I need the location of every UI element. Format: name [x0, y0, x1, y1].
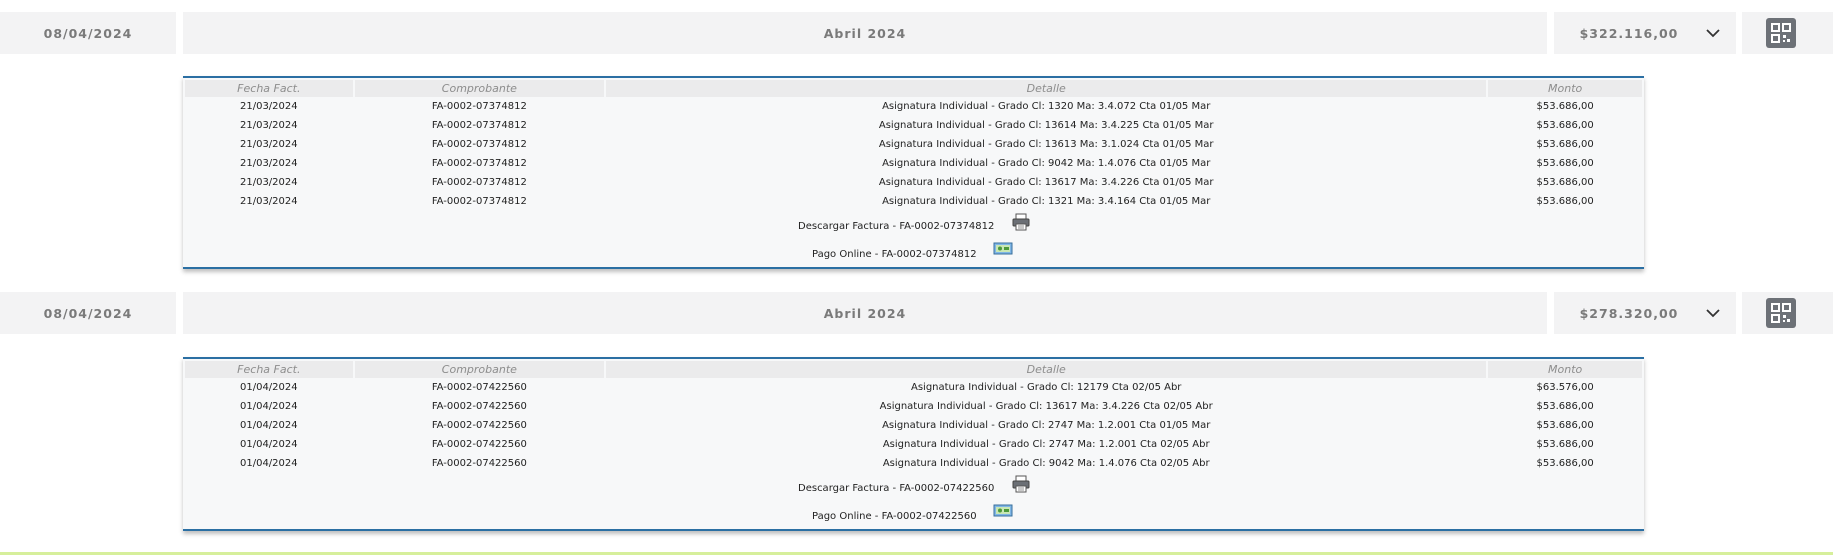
- cell-fecha: 21/03/2024: [239, 101, 298, 112]
- table-header-row: Fecha Fact. Comprobante Detalle Monto: [185, 361, 1642, 378]
- cell-comprobante: FA-0002-07422560: [431, 458, 527, 469]
- download-invoice-row: Descargar Factura - FA-0002-07422560: [183, 473, 1644, 501]
- cell-detalle: Asignatura Individual - Grado Cl: 12179 …: [910, 382, 1182, 393]
- table-row: 21/03/2024 FA-0002-07374812 Asignatura I…: [185, 116, 1642, 135]
- cell-comprobante: FA-0002-07374812: [431, 177, 527, 188]
- table-row: 01/04/2024 FA-0002-07422560 Asignatura I…: [185, 435, 1642, 454]
- column-header-comprobante: Comprobante: [354, 361, 605, 378]
- cell-comprobante: FA-0002-07374812: [431, 139, 527, 150]
- cell-monto: $53.686,00: [1536, 420, 1594, 431]
- invoice-detail-table: Fecha Fact. Comprobante Detalle Monto 21…: [183, 80, 1644, 211]
- table-row: 21/03/2024 FA-0002-07374812 Asignatura I…: [185, 135, 1642, 154]
- table-row: 21/03/2024 FA-0002-07374812 Asignatura I…: [185, 154, 1642, 173]
- invoice-header: 08/04/2024 Abril 2024 $278.320,00: [0, 292, 1833, 334]
- cell-monto: $53.686,00: [1536, 439, 1594, 450]
- invoice-detail-panel: Fecha Fact. Comprobante Detalle Monto 01…: [183, 357, 1644, 531]
- cell-fecha: 01/04/2024: [239, 420, 298, 431]
- chevron-down-icon[interactable]: [1704, 304, 1722, 322]
- cell-detalle: Asignatura Individual - Grado Cl: 13617 …: [879, 401, 1213, 412]
- cell-fecha: 21/03/2024: [239, 139, 298, 150]
- table-row: 01/04/2024 FA-0002-07422560 Asignatura I…: [185, 454, 1642, 473]
- invoice-detail-panel: Fecha Fact. Comprobante Detalle Monto 21…: [183, 76, 1644, 269]
- chevron-down-icon[interactable]: [1704, 24, 1722, 42]
- column-header-monto: Monto: [1488, 80, 1642, 97]
- qr-button[interactable]: [1766, 18, 1796, 48]
- invoice-detail-table: Fecha Fact. Comprobante Detalle Monto 01…: [183, 361, 1644, 473]
- online-payment-row: Pago Online - FA-0002-07422560: [183, 501, 1644, 529]
- cell-monto: $63.576,00: [1536, 382, 1594, 393]
- table-row: 01/04/2024 FA-0002-07422560 Asignatura I…: [185, 416, 1642, 435]
- cell-monto: $53.686,00: [1536, 401, 1594, 412]
- invoice-date: 08/04/2024: [0, 292, 176, 334]
- invoice-date: 08/04/2024: [0, 12, 176, 54]
- cell-comprobante: FA-0002-07422560: [431, 439, 527, 450]
- cell-comprobante: FA-0002-07374812: [431, 196, 527, 207]
- qr-cell: [1742, 292, 1833, 334]
- cell-monto: $53.686,00: [1536, 158, 1594, 169]
- qr-button[interactable]: [1766, 298, 1796, 328]
- cell-monto: $53.686,00: [1536, 101, 1594, 112]
- qr-code-icon: [1771, 303, 1791, 323]
- cell-fecha: 21/03/2024: [239, 177, 298, 188]
- cell-comprobante: FA-0002-07374812: [431, 158, 527, 169]
- invoice-amount-box: $278.320,00: [1554, 292, 1736, 334]
- cell-comprobante: FA-0002-07374812: [431, 101, 527, 112]
- cell-detalle: Asignatura Individual - Grado Cl: 13617 …: [878, 177, 1214, 188]
- download-invoice-link[interactable]: Descargar Factura - FA-0002-07422560: [798, 483, 994, 494]
- cell-comprobante: FA-0002-07422560: [431, 382, 527, 393]
- column-header-comprobante: Comprobante: [354, 80, 605, 97]
- cell-fecha: 01/04/2024: [239, 458, 298, 469]
- printer-icon[interactable]: [1012, 213, 1030, 231]
- table-row: 21/03/2024 FA-0002-07374812 Asignatura I…: [185, 192, 1642, 211]
- column-header-fecha: Fecha Fact.: [185, 80, 353, 97]
- cell-detalle: Asignatura Individual - Grado Cl: 2747 M…: [882, 439, 1210, 450]
- cell-comprobante: FA-0002-07374812: [431, 120, 527, 131]
- cell-detalle: Asignatura Individual - Grado Cl: 13613 …: [878, 139, 1214, 150]
- cell-detalle: Asignatura Individual - Grado Cl: 13614 …: [878, 120, 1214, 131]
- cell-fecha: 21/03/2024: [239, 196, 298, 207]
- invoice-period: Abril 2024: [183, 292, 1547, 334]
- invoice-header: 08/04/2024 Abril 2024 $322.116,00: [0, 12, 1833, 54]
- cell-monto: $53.686,00: [1536, 458, 1594, 469]
- table-header-row: Fecha Fact. Comprobante Detalle Monto: [185, 80, 1642, 97]
- download-invoice-row: Descargar Factura - FA-0002-07374812: [183, 211, 1644, 239]
- cell-fecha: 21/03/2024: [239, 158, 298, 169]
- cell-detalle: Asignatura Individual - Grado Cl: 2747 M…: [882, 420, 1211, 431]
- cell-fecha: 01/04/2024: [239, 439, 298, 450]
- cell-comprobante: FA-0002-07422560: [431, 420, 527, 431]
- qr-code-icon: [1771, 23, 1791, 43]
- table-row: 01/04/2024 FA-0002-07422560 Asignatura I…: [185, 397, 1642, 416]
- cell-monto: $53.686,00: [1536, 120, 1594, 131]
- cell-detalle: Asignatura Individual - Grado Cl: 9042 M…: [882, 158, 1211, 169]
- cell-detalle: Asignatura Individual - Grado Cl: 9042 M…: [882, 458, 1210, 469]
- cell-detalle: Asignatura Individual - Grado Cl: 1320 M…: [882, 101, 1211, 112]
- column-header-detalle: Detalle: [606, 80, 1487, 97]
- invoice-amount-box: $322.116,00: [1554, 12, 1736, 54]
- online-payment-icon[interactable]: [993, 503, 1013, 519]
- cell-detalle: Asignatura Individual - Grado Cl: 1321 M…: [882, 196, 1211, 207]
- download-invoice-link[interactable]: Descargar Factura - FA-0002-07374812: [798, 221, 994, 232]
- online-payment-row: Pago Online - FA-0002-07374812: [183, 239, 1644, 267]
- cell-monto: $53.686,00: [1536, 196, 1594, 207]
- online-payment-icon[interactable]: [993, 241, 1013, 257]
- online-payment-link[interactable]: Pago Online - FA-0002-07374812: [812, 249, 977, 260]
- cell-comprobante: FA-0002-07422560: [431, 401, 527, 412]
- qr-cell: [1742, 12, 1833, 54]
- cell-fecha: 01/04/2024: [239, 382, 298, 393]
- cell-fecha: 21/03/2024: [239, 120, 298, 131]
- column-header-monto: Monto: [1488, 361, 1642, 378]
- invoice-period: Abril 2024: [183, 12, 1547, 54]
- printer-icon[interactable]: [1012, 475, 1030, 493]
- online-payment-link[interactable]: Pago Online - FA-0002-07422560: [812, 511, 977, 522]
- table-row: 21/03/2024 FA-0002-07374812 Asignatura I…: [185, 173, 1642, 192]
- table-row: 21/03/2024 FA-0002-07374812 Asignatura I…: [185, 97, 1642, 116]
- cell-fecha: 01/04/2024: [239, 401, 298, 412]
- column-header-detalle: Detalle: [606, 361, 1487, 378]
- table-row: 01/04/2024 FA-0002-07422560 Asignatura I…: [185, 378, 1642, 397]
- cell-monto: $53.686,00: [1536, 139, 1594, 150]
- invoice-amount: $322.116,00: [1579, 25, 1679, 41]
- invoice-amount: $278.320,00: [1579, 305, 1679, 321]
- cell-monto: $53.686,00: [1536, 177, 1594, 188]
- column-header-fecha: Fecha Fact.: [185, 361, 353, 378]
